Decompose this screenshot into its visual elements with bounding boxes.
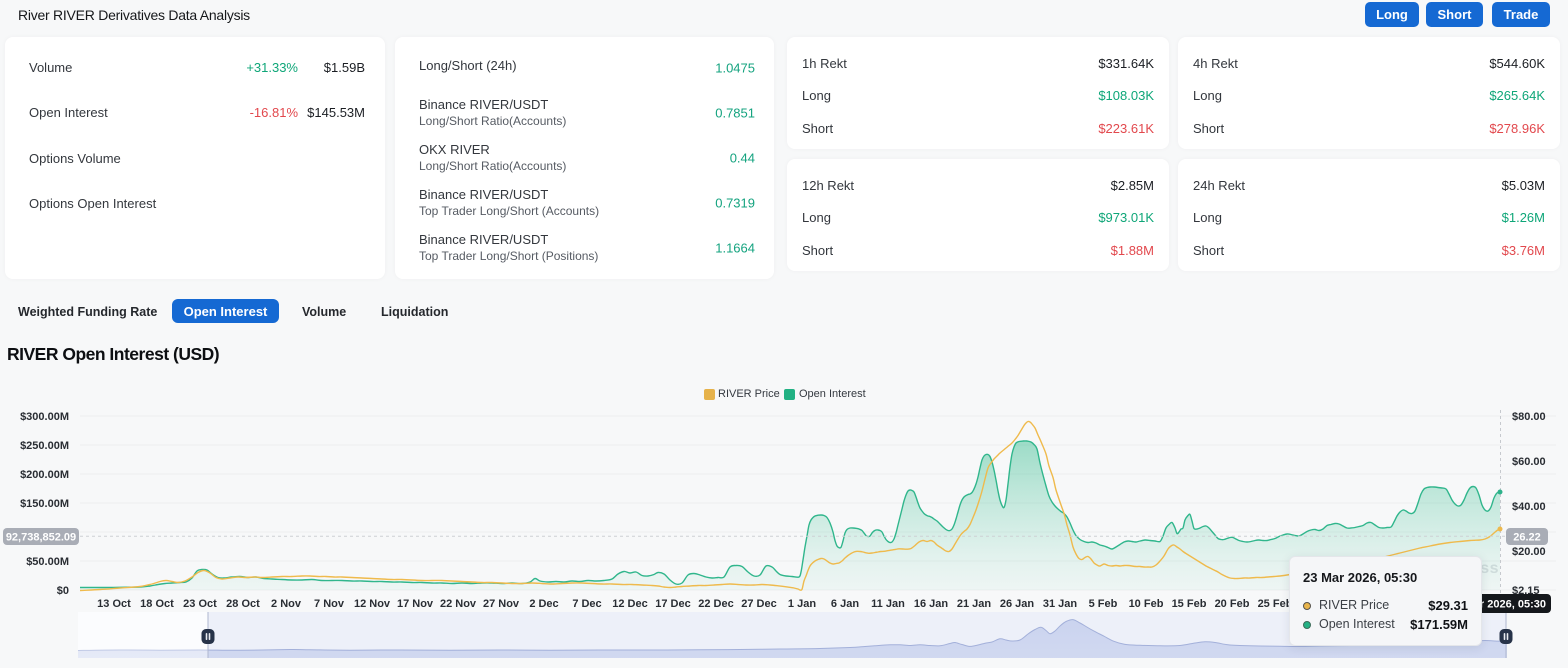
svg-text:$200.00M: $200.00M	[20, 469, 69, 481]
svg-text:22 Nov: 22 Nov	[440, 598, 477, 610]
svg-text:92,738,852.09: 92,738,852.09	[6, 532, 76, 544]
svg-text:25 Feb: 25 Feb	[1258, 598, 1293, 610]
svg-text:11 Jan: 11 Jan	[871, 598, 905, 610]
svg-text:1 Jan: 1 Jan	[788, 598, 816, 610]
svg-text:10 Feb: 10 Feb	[1129, 598, 1164, 610]
svg-text:$20.00: $20.00	[1512, 546, 1546, 558]
svg-text:23 Oct: 23 Oct	[183, 598, 217, 610]
svg-text:28 Oct: 28 Oct	[226, 598, 260, 610]
svg-text:$60.00: $60.00	[1512, 456, 1546, 468]
svg-text:27 Dec: 27 Dec	[741, 598, 776, 610]
svg-text:$40.00: $40.00	[1512, 501, 1546, 513]
svg-text:7 Nov: 7 Nov	[314, 598, 345, 610]
svg-text:20 Feb: 20 Feb	[1215, 598, 1250, 610]
svg-text:7 Dec: 7 Dec	[572, 598, 601, 610]
svg-text:31 Jan: 31 Jan	[1043, 598, 1078, 610]
svg-text:21 Jan: 21 Jan	[957, 598, 992, 610]
svg-text:12 Nov: 12 Nov	[354, 598, 391, 610]
svg-text:17 Dec: 17 Dec	[655, 598, 690, 610]
svg-text:$250.00M: $250.00M	[20, 440, 69, 452]
svg-text:5 Feb: 5 Feb	[1089, 598, 1118, 610]
svg-text:2 Nov: 2 Nov	[271, 598, 302, 610]
svg-text:6 Jan: 6 Jan	[831, 598, 859, 610]
svg-text:12 Dec: 12 Dec	[612, 598, 647, 610]
svg-text:$150.00M: $150.00M	[20, 498, 69, 510]
svg-text:13 Oct: 13 Oct	[97, 598, 131, 610]
svg-text:$50.00M: $50.00M	[26, 556, 69, 568]
svg-text:$300.00M: $300.00M	[20, 411, 69, 423]
svg-text:26 Jan: 26 Jan	[1000, 598, 1035, 610]
svg-text:$0: $0	[57, 585, 69, 597]
svg-text:15 Feb: 15 Feb	[1172, 598, 1207, 610]
svg-text:18 Oct: 18 Oct	[140, 598, 174, 610]
svg-text:17 Nov: 17 Nov	[397, 598, 434, 610]
svg-text:22 Dec: 22 Dec	[698, 598, 733, 610]
svg-text:26.22: 26.22	[1513, 532, 1541, 544]
svg-text:27 Nov: 27 Nov	[483, 598, 520, 610]
svg-text:16 Jan: 16 Jan	[914, 598, 949, 610]
svg-text:2 Dec: 2 Dec	[529, 598, 558, 610]
svg-text:$80.00: $80.00	[1512, 411, 1546, 423]
